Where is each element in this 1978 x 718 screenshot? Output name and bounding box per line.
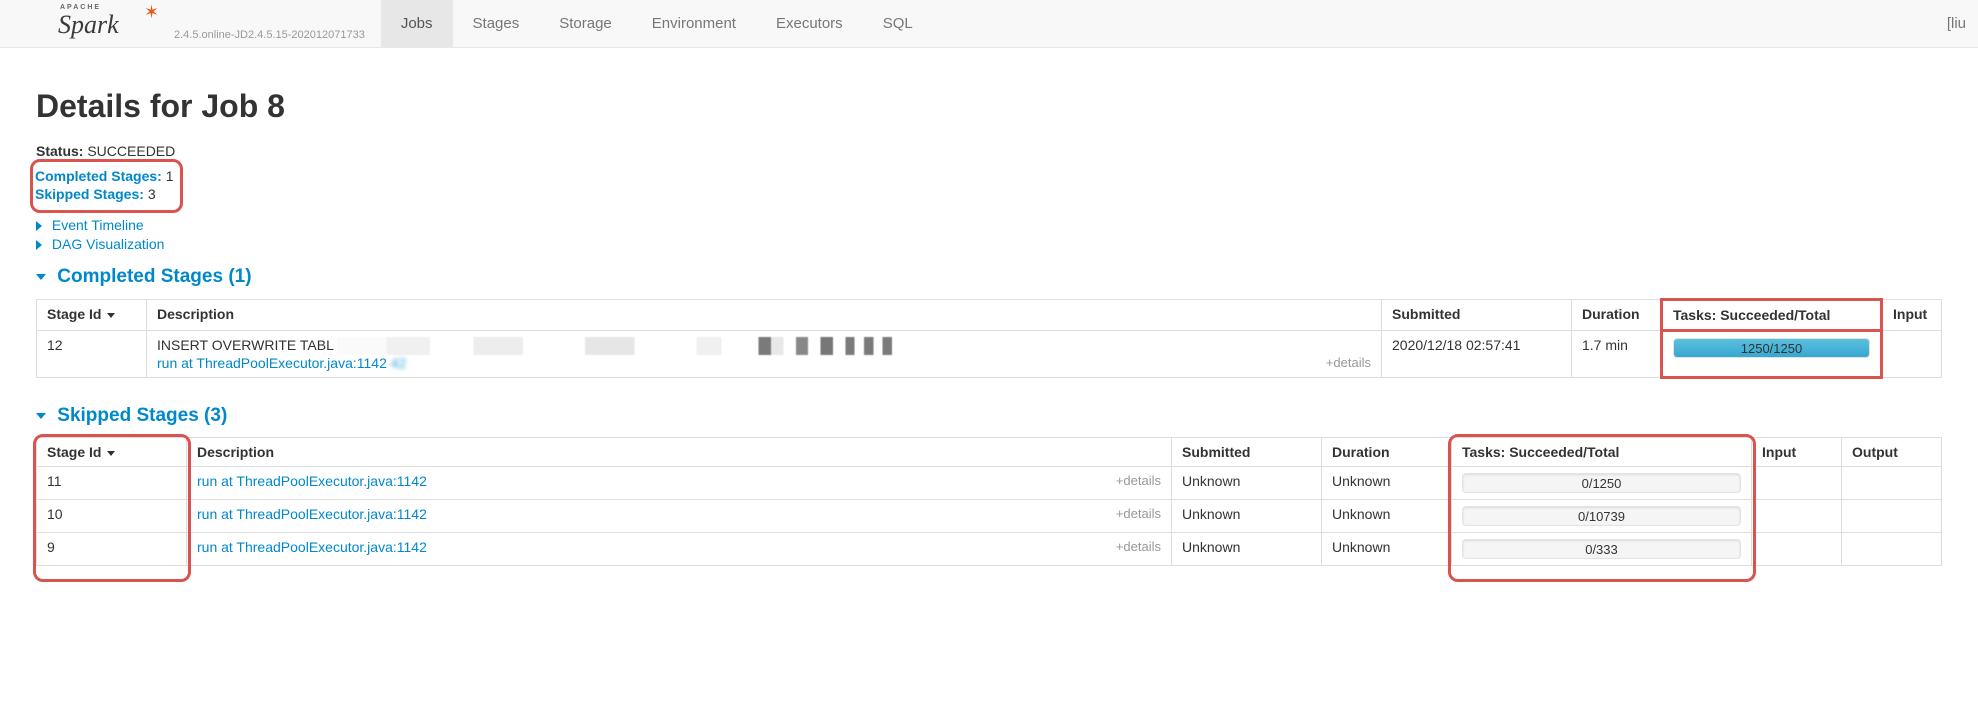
cell-duration: Unknown [1322, 467, 1452, 500]
col-output[interactable]: Output [1842, 438, 1942, 467]
table-row: 11 run at ThreadPoolExecutor.java:1142 +de… [37, 467, 1942, 500]
col-input[interactable]: Input [1882, 300, 1942, 331]
tasks-progress: 1250/1250 [1673, 338, 1870, 358]
cell-submitted: Unknown [1172, 467, 1322, 500]
event-timeline-toggle[interactable]: Event Timeline [52, 217, 144, 233]
details-link[interactable]: +details [1116, 539, 1161, 554]
col-tasks[interactable]: Tasks: Succeeded/Total [1662, 300, 1882, 331]
tasks-progress: 0/333 [1462, 539, 1741, 559]
cell-input [1752, 533, 1842, 566]
cell-stage-id: 11 [37, 467, 187, 500]
col-duration[interactable]: Duration [1322, 438, 1452, 467]
stage-description-link[interactable]: run at ThreadPoolExecutor.java:1142 [197, 506, 427, 522]
tab-environment[interactable]: Environment [632, 0, 756, 47]
completed-stages-table: Stage Id Description Submitted Duration … [36, 298, 1942, 379]
cell-description: INSERT OVERWRITE TABL run at ThreadPoolE… [147, 331, 1382, 378]
stage-description-link[interactable]: run at ThreadPoolExecutor.java:1142 [197, 539, 427, 555]
cell-tasks: 1250/1250 [1662, 331, 1882, 378]
col-stage-id[interactable]: Stage Id [37, 438, 187, 467]
tasks-progress: 0/1250 [1462, 473, 1741, 493]
tab-jobs[interactable]: Jobs [381, 0, 453, 47]
cell-description: run at ThreadPoolExecutor.java:1142 +deta… [187, 533, 1172, 566]
completed-stages-section[interactable]: Completed Stages (1) [36, 266, 1942, 288]
tab-storage[interactable]: Storage [539, 0, 632, 47]
cell-input [1752, 467, 1842, 500]
cell-input [1752, 500, 1842, 533]
cell-submitted: Unknown [1172, 500, 1322, 533]
top-navbar: APACHE Spark ✶ 2.4.5.online-JD2.4.5.15-2… [0, 0, 1978, 48]
caret-right-icon [36, 240, 42, 250]
cell-description: run at ThreadPoolExecutor.java:1142 +deta… [187, 500, 1172, 533]
table-row: 12 INSERT OVERWRITE TABL run at ThreadPo… [37, 331, 1942, 378]
job-summary: Status: SUCCEEDED [36, 143, 1942, 159]
status-value: SUCCEEDED [87, 143, 175, 159]
cell-tasks: 0/1250 [1452, 467, 1752, 500]
cell-stage-id: 9 [37, 533, 187, 566]
caret-down-icon [36, 274, 46, 280]
page-title: Details for Job 8 [36, 88, 1942, 125]
cell-stage-id: 10 [37, 500, 187, 533]
details-link[interactable]: +details [1116, 473, 1161, 488]
annotation-summary-box: Completed Stages: 1 Skipped Stages: 3 [30, 159, 183, 213]
tab-sql[interactable]: SQL [863, 0, 933, 47]
tab-executors[interactable]: Executors [756, 0, 863, 47]
skipped-stages-section[interactable]: Skipped Stages (3) [36, 405, 1942, 427]
status-label: Status: [36, 143, 83, 159]
cell-tasks: 0/10739 [1452, 500, 1752, 533]
col-stage-id[interactable]: Stage Id [37, 300, 147, 331]
sort-caret-icon [107, 313, 115, 318]
spark-star-icon: ✶ [144, 2, 159, 23]
col-submitted[interactable]: Submitted [1172, 438, 1322, 467]
spark-version: 2.4.5.online-JD2.4.5.15-202012071733 [174, 29, 365, 41]
skipped-stages-label[interactable]: Skipped Stages: [35, 186, 144, 202]
redacted-mosaic [337, 337, 957, 355]
col-submitted[interactable]: Submitted [1382, 300, 1572, 331]
cell-output [1842, 533, 1942, 566]
cell-output [1842, 500, 1942, 533]
skipped-stages-table: Stage Id Description Submitted Duration … [36, 437, 1942, 566]
cell-tasks: 0/333 [1452, 533, 1752, 566]
col-description[interactable]: Description [187, 438, 1172, 467]
col-duration[interactable]: Duration [1572, 300, 1662, 331]
cell-stage-id: 12 [37, 331, 147, 378]
tab-stages[interactable]: Stages [453, 0, 540, 47]
cell-duration: Unknown [1322, 500, 1452, 533]
dag-visualization-toggle[interactable]: DAG Visualization [52, 236, 165, 252]
caret-right-icon [36, 221, 42, 231]
tasks-progress: 0/10739 [1462, 506, 1741, 526]
completed-stages-label[interactable]: Completed Stages: [35, 168, 162, 184]
col-description[interactable]: Description [147, 300, 1382, 331]
nav-tabs: Jobs Stages Storage Environment Executor… [381, 0, 933, 47]
sort-caret-icon [107, 451, 115, 456]
details-link[interactable]: +details [1326, 355, 1371, 370]
stage-description-link[interactable]: run at ThreadPoolExecutor.java:1142 [197, 473, 427, 489]
table-row: 10 run at ThreadPoolExecutor.java:1142 +de… [37, 500, 1942, 533]
caret-down-icon [36, 413, 46, 419]
nav-right-text: [liu [1947, 15, 1970, 32]
cell-input [1882, 331, 1942, 378]
cell-output [1842, 467, 1942, 500]
cell-submitted: Unknown [1172, 533, 1322, 566]
col-tasks[interactable]: Tasks: Succeeded/Total [1452, 438, 1752, 467]
completed-stages-value: 1 [166, 168, 174, 184]
brand[interactable]: APACHE Spark ✶ 2.4.5.online-JD2.4.5.15-2… [58, 6, 365, 41]
logo-spark-text: Spark [58, 10, 119, 40]
spark-logo: APACHE Spark ✶ [58, 6, 168, 38]
cell-duration: Unknown [1322, 533, 1452, 566]
skipped-stages-value: 3 [148, 186, 156, 202]
details-link[interactable]: +details [1116, 506, 1161, 521]
cell-submitted: 2020/12/18 02:57:41 [1382, 331, 1572, 378]
col-input[interactable]: Input [1752, 438, 1842, 467]
stage-description-link[interactable]: run at ThreadPoolExecutor.java:1142 [157, 355, 387, 371]
cell-description: run at ThreadPoolExecutor.java:1142 +deta… [187, 467, 1172, 500]
cell-duration: 1.7 min [1572, 331, 1662, 378]
table-row: 9 run at ThreadPoolExecutor.java:1142 +det… [37, 533, 1942, 566]
